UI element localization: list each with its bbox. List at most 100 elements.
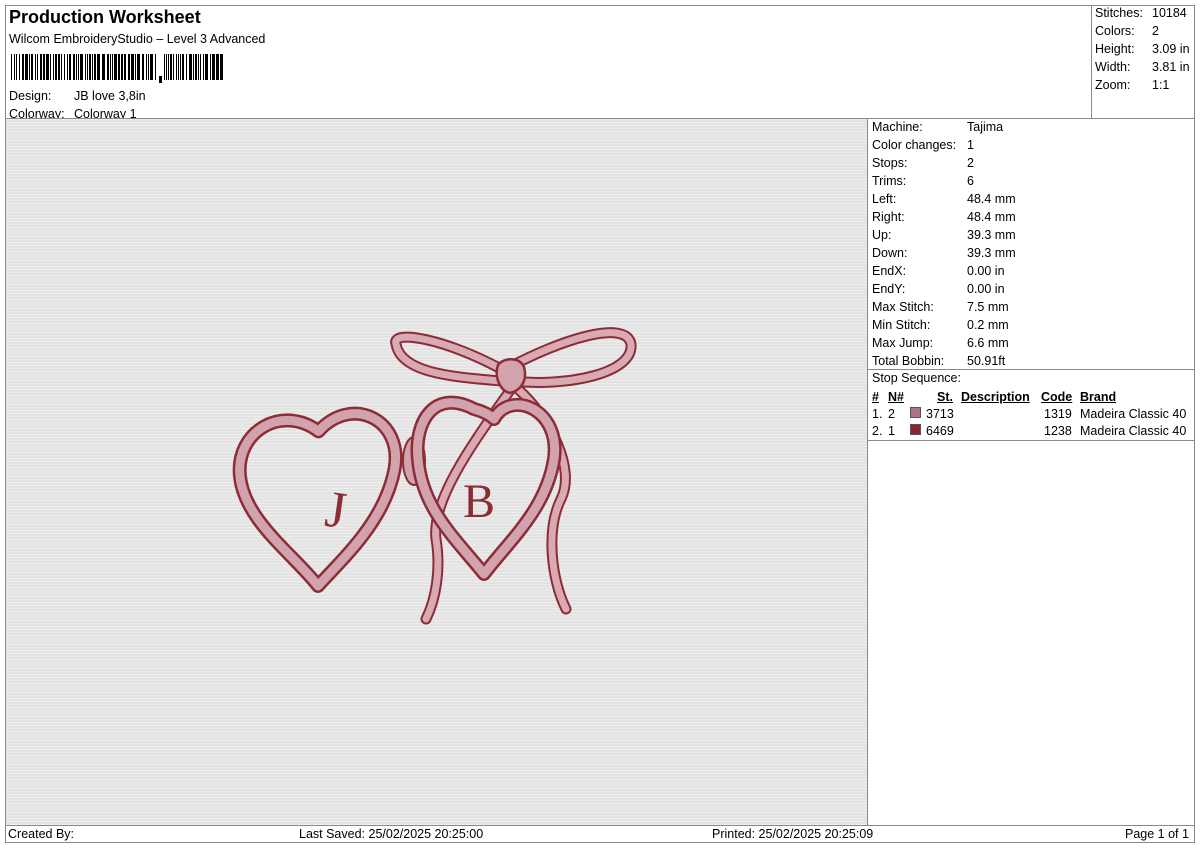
- bow-knot: [495, 358, 527, 395]
- detail-row: Stops: 2: [872, 155, 1016, 173]
- detail-row: Up: 39.3 mm: [872, 227, 1016, 245]
- row-code: 1238: [1044, 424, 1072, 438]
- monogram-letter-j: J: [322, 481, 350, 540]
- zoom-label: Zoom:: [1095, 78, 1131, 92]
- divider: [5, 825, 1195, 826]
- stop-sequence-title: Stop Sequence:: [872, 371, 961, 385]
- detail-row: Right: 48.4 mm: [872, 209, 1016, 227]
- detail-label: Up:: [872, 228, 892, 242]
- col-header-brand: Brand: [1080, 390, 1117, 404]
- created-by: Created By:: [8, 827, 75, 841]
- detail-value: 0.2 mm: [967, 318, 1009, 332]
- divider: [867, 118, 868, 825]
- row-number: 1: [888, 424, 895, 438]
- detail-row: Max Stitch: 7.5 mm: [872, 299, 1016, 317]
- stitches-row: Stitches: 10184: [1095, 6, 1187, 20]
- width-row: Width: 3.81 in: [1095, 60, 1190, 74]
- design-label: Design:: [9, 89, 52, 103]
- detail-value: Tajima: [967, 120, 1004, 134]
- stitches-value: 10184: [1152, 6, 1187, 20]
- col-header-description: Description: [961, 390, 1030, 404]
- height-label: Height:: [1095, 42, 1135, 56]
- design-preview: J B: [6, 119, 867, 825]
- detail-value: 48.4 mm: [967, 192, 1016, 206]
- detail-label: EndX:: [872, 264, 907, 278]
- software-name: Wilcom EmbroideryStudio – Level 3 Advanc…: [9, 32, 266, 46]
- detail-value: 0.00 in: [967, 282, 1005, 296]
- embroidery-artwork: J B: [232, 327, 637, 625]
- row-stitches: 6469: [926, 424, 954, 438]
- worksheet-header: Production Worksheet Wilcom EmbroiderySt…: [5, 5, 1090, 121]
- design-value: JB love 3,8in: [74, 89, 146, 103]
- detail-row: Trims: 6: [872, 173, 1016, 191]
- detail-value: 50.91ft: [967, 354, 1006, 368]
- col-header-number: N#: [888, 390, 904, 404]
- page-number: Page 1 of 1: [1125, 827, 1189, 841]
- colors-value: 2: [1152, 24, 1159, 38]
- detail-label: Down:: [872, 246, 908, 260]
- height-value: 3.09 in: [1152, 42, 1190, 56]
- detail-value: 7.5 mm: [967, 300, 1009, 314]
- color-swatch: [910, 407, 921, 418]
- row-brand: Madeira Classic 40: [1080, 407, 1187, 421]
- detail-label: Left:: [872, 192, 897, 206]
- detail-label: Min Stitch:: [872, 318, 931, 332]
- stitches-label: Stitches:: [1095, 6, 1143, 20]
- color-swatch: [910, 424, 921, 435]
- detail-row: EndX: 0.00 in: [872, 263, 1016, 281]
- table-header: # N# St. Description Code Brand: [868, 389, 1195, 406]
- detail-label: Trims:: [872, 174, 907, 188]
- detail-row: Down: 39.3 mm: [872, 245, 1016, 263]
- monogram-letter-b: B: [463, 475, 495, 528]
- detail-value: 2: [967, 156, 974, 170]
- machine-details: Machine: Tajima Color changes: 1 Stops: 2 Trim…: [872, 119, 1016, 371]
- detail-label: Max Jump:: [872, 336, 934, 350]
- detail-value: 6: [967, 174, 974, 188]
- row-index: 2.: [872, 424, 883, 438]
- width-label: Width:: [1095, 60, 1131, 74]
- detail-row: EndY: 0.00 in: [872, 281, 1016, 299]
- detail-row: Color changes: 1: [872, 137, 1016, 155]
- divider: [868, 440, 1195, 441]
- colors-label: Colors:: [1095, 24, 1135, 38]
- table-row: 2. 1 6469 1238 Madeira Classic 40: [868, 423, 1195, 440]
- detail-row: Max Jump: 6.6 mm: [872, 335, 1016, 353]
- row-brand: Madeira Classic 40: [1080, 424, 1187, 438]
- page-title: Production Worksheet: [9, 7, 201, 27]
- detail-value: 1: [967, 138, 974, 152]
- detail-value: 39.3 mm: [967, 246, 1016, 260]
- row-index: 1.: [872, 407, 883, 421]
- last-saved: Last Saved: 25/02/2025 20:25:00: [299, 827, 484, 841]
- detail-label: Color changes:: [872, 138, 957, 152]
- detail-label: EndY:: [872, 282, 906, 296]
- colors-row: Colors: 2: [1095, 24, 1159, 38]
- width-value: 3.81 in: [1152, 60, 1190, 74]
- detail-row: Left: 48.4 mm: [872, 191, 1016, 209]
- detail-row: Min Stitch: 0.2 mm: [872, 317, 1016, 335]
- detail-value: 39.3 mm: [967, 228, 1016, 242]
- col-header-code: Code: [1041, 390, 1073, 404]
- detail-label: Max Stitch:: [872, 300, 934, 314]
- detail-label: Machine:: [872, 120, 923, 134]
- design-row: Design: JB love 3,8in: [9, 89, 146, 103]
- detail-row: Machine: Tajima: [872, 119, 1016, 137]
- detail-label: Stops:: [872, 156, 908, 170]
- divider: [868, 369, 1195, 370]
- summary-panel: Stitches: 10184 Colors: 2 Height: 3.09 in W…: [1091, 5, 1195, 118]
- height-row: Height: 3.09 in: [1095, 42, 1190, 56]
- printed-date: Printed: 25/02/2025 20:25:09: [712, 827, 874, 841]
- barcode-icon: [11, 54, 223, 83]
- stop-sequence-table: # N# St. Description Code Brand 1. 2 371…: [868, 389, 1195, 440]
- detail-value: 6.6 mm: [967, 336, 1009, 350]
- detail-label: Total Bobbin:: [872, 354, 945, 368]
- row-number: 2: [888, 407, 895, 421]
- zoom-row: Zoom: 1:1: [1095, 78, 1169, 92]
- detail-value: 48.4 mm: [967, 210, 1016, 224]
- col-header-index: #: [872, 390, 879, 404]
- table-row: 1. 2 3713 1319 Madeira Classic 40: [868, 406, 1195, 423]
- detail-label: Right:: [872, 210, 905, 224]
- row-stitches: 3713: [926, 407, 954, 421]
- col-header-stitches: St.: [937, 390, 953, 404]
- zoom-value: 1:1: [1152, 78, 1170, 92]
- row-code: 1319: [1044, 407, 1072, 421]
